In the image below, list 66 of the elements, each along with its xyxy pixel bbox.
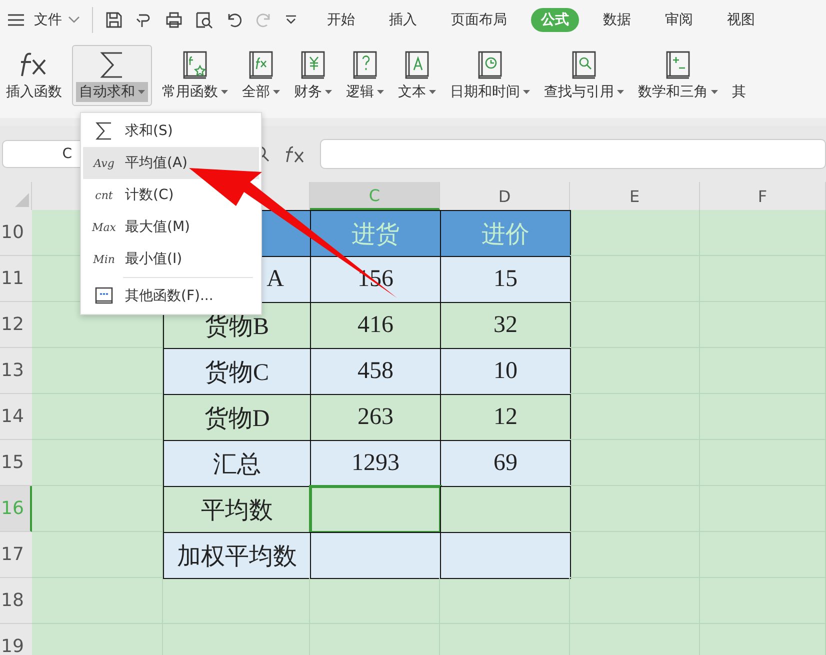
- menu-icon[interactable]: [8, 14, 24, 26]
- yen-book-icon: [300, 50, 326, 80]
- ribbon-button[interactable]: 日期和时间: [446, 45, 534, 106]
- ribbon-button[interactable]: 文本: [394, 45, 440, 106]
- table-cell: 1293: [310, 440, 441, 487]
- row-header[interactable]: 10: [0, 210, 32, 256]
- ribbon-tab[interactable]: 审阅: [655, 8, 703, 32]
- plus-minus-book-icon: [665, 50, 691, 80]
- row-header[interactable]: 11: [0, 256, 32, 302]
- function-book-icon: [248, 50, 274, 80]
- more-icon[interactable]: [285, 15, 297, 25]
- book-icon: [95, 287, 113, 305]
- print-icon[interactable]: [165, 11, 183, 29]
- preview-icon[interactable]: [195, 11, 213, 29]
- table-cell: 进价: [440, 210, 571, 257]
- ribbon-tab[interactable]: 开始: [317, 8, 365, 32]
- table-cell: 加权平均数: [163, 532, 311, 579]
- ribbon-button[interactable]: 自动求和: [72, 45, 152, 106]
- menu-item[interactable]: Avg 平均值(A): [83, 147, 259, 179]
- function-abbreviation-icon: Min: [93, 252, 115, 266]
- function-abbreviation-icon: Avg: [94, 156, 114, 170]
- column-header[interactable]: E: [570, 182, 700, 210]
- table-cell: 69: [440, 440, 571, 487]
- menu-item[interactable]: cnt 计数(C): [83, 179, 259, 211]
- ribbon-button[interactable]: 其: [728, 45, 750, 106]
- ribbon-button[interactable]: 全部: [238, 45, 284, 106]
- file-menu[interactable]: 文件: [34, 11, 62, 29]
- ribbon-button[interactable]: 查找与引用: [540, 45, 628, 106]
- ribbon-button[interactable]: 插入函数: [2, 45, 66, 106]
- clock-book-icon: [477, 50, 503, 80]
- function-abbreviation-icon: cnt: [95, 188, 113, 202]
- row-header[interactable]: 17: [0, 532, 32, 578]
- table-cell: 15: [440, 256, 571, 303]
- menu-item[interactable]: Max 最大值(M): [83, 211, 259, 243]
- table-cell: 汇总: [163, 440, 311, 487]
- row-header[interactable]: 12: [0, 302, 32, 348]
- row-header[interactable]: 18: [0, 578, 32, 624]
- search-book-icon: [571, 50, 597, 80]
- ribbon-button[interactable]: 财务: [290, 45, 336, 106]
- letter-book-icon: [404, 50, 430, 80]
- table-cell: 458: [310, 348, 441, 395]
- ribbon-tab[interactable]: 视图: [717, 8, 765, 32]
- sigma-icon: [95, 122, 113, 140]
- column-header[interactable]: F: [700, 182, 826, 210]
- formula-input[interactable]: [320, 139, 826, 169]
- row-header[interactable]: 14: [0, 394, 32, 440]
- chevron-icon[interactable]: [68, 16, 80, 24]
- save-icon[interactable]: [105, 11, 123, 29]
- function-abbreviation-icon: Max: [92, 220, 116, 234]
- table-cell: 进货: [310, 210, 441, 257]
- table-cell: 货物C: [163, 348, 311, 395]
- row-header[interactable]: 19: [0, 624, 32, 655]
- row-header[interactable]: 15: [0, 440, 32, 486]
- column-header[interactable]: D: [440, 182, 570, 210]
- ribbon-tab[interactable]: 数据: [593, 8, 641, 32]
- ribbon-button[interactable]: 逻辑: [342, 45, 388, 106]
- function-star-icon: [182, 50, 208, 80]
- table-cell: 10: [440, 348, 571, 395]
- ribbon-tab[interactable]: 页面布局: [441, 8, 517, 32]
- menu-item[interactable]: 求和(S): [83, 115, 259, 147]
- ribbon-button[interactable]: 常用函数: [158, 45, 232, 106]
- ribbon-button[interactable]: 数学和三角: [634, 45, 722, 106]
- row-header[interactable]: 13: [0, 348, 32, 394]
- ribbon-tab[interactable]: 插入: [379, 8, 427, 32]
- question-book-icon: [352, 50, 378, 80]
- function-icon[interactable]: [284, 145, 306, 163]
